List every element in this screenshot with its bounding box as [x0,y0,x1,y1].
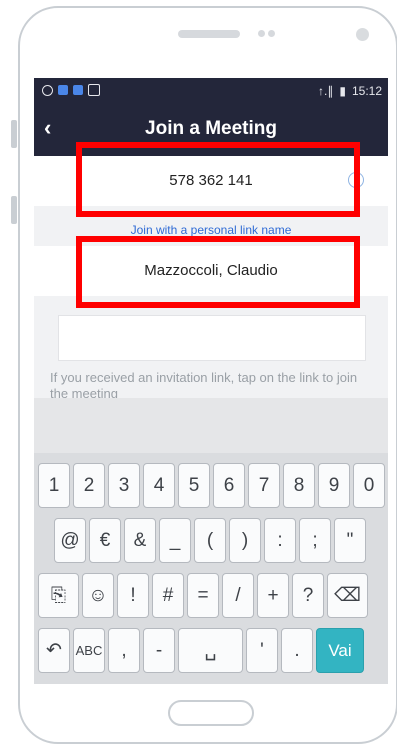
keyboard-row-numbers: 1 2 3 4 5 6 7 8 9 0 [38,463,385,508]
key-7[interactable]: 7 [248,463,280,508]
key-at[interactable]: @ [54,518,86,563]
sensor-dot [268,30,275,37]
key-colon[interactable]: : [264,518,296,563]
speaker-grille [178,30,240,38]
key-apostrophe[interactable]: ' [246,628,278,673]
key-3[interactable]: 3 [108,463,140,508]
handwriting-icon[interactable]: ↶ [38,628,70,673]
key-equals[interactable]: = [187,573,219,618]
status-time: 15:12 [351,84,382,98]
key-2[interactable]: 2 [73,463,105,508]
status-bar: ↑.∥ ▮ 15:12 [34,78,388,104]
key-open-paren[interactable]: ( [194,518,226,563]
space-bar[interactable]: ␣ [178,628,243,673]
symbol-page-icon[interactable]: ⎘ [38,573,79,618]
front-camera [356,28,369,41]
page-title: Join a Meeting [145,118,277,139]
keyboard-row-bottom: ↶ ABC , - ␣ ' . Vai [38,628,364,673]
key-underscore[interactable]: _ [159,518,191,563]
key-plus[interactable]: + [257,573,289,618]
key-hash[interactable]: # [152,573,184,618]
personal-link-link[interactable]: Join with a personal link name [34,223,388,237]
key-question[interactable]: ? [292,573,324,618]
highlight-screen-name [76,236,360,308]
home-button[interactable] [168,700,254,726]
side-button [11,196,17,224]
app-icon [73,85,83,95]
key-8[interactable]: 8 [283,463,315,508]
key-semicolon[interactable]: ; [299,518,331,563]
key-close-paren[interactable]: ) [229,518,261,563]
key-euro[interactable]: € [89,518,121,563]
key-period[interactable]: . [281,628,313,673]
notification-icon [42,84,53,96]
sensor-dot [258,30,265,37]
key-quote[interactable]: " [334,518,366,563]
backspace-icon[interactable]: ⌫ [327,573,368,618]
key-1[interactable]: 1 [38,463,70,508]
go-button[interactable]: Vai [316,628,364,673]
battery-icon: ▮ [339,84,346,98]
key-abc[interactable]: ABC [73,628,105,673]
key-exclamation[interactable]: ! [117,573,149,618]
wifi-signal-icon: ↑.∥ [318,84,334,98]
warning-icon [88,84,100,96]
keyboard-toolbar [34,398,388,453]
highlight-meeting-id [76,142,360,217]
key-ampersand[interactable]: & [124,518,156,563]
key-9[interactable]: 9 [318,463,350,508]
app-icon [58,85,68,95]
key-slash[interactable]: / [222,573,254,618]
key-4[interactable]: 4 [143,463,175,508]
key-dash[interactable]: - [143,628,175,673]
key-5[interactable]: 5 [178,463,210,508]
join-button-area[interactable] [58,315,366,361]
key-6[interactable]: 6 [213,463,245,508]
key-comma[interactable]: , [108,628,140,673]
keyboard-row-symbols: @ € & _ ( ) : ; " [54,518,366,563]
emoji-icon[interactable]: ☺ [82,573,114,618]
side-button [11,120,17,148]
keyboard-row-misc: ⎘ ☺ ! # = / + ? ⌫ [38,573,368,618]
soft-keyboard: 1 2 3 4 5 6 7 8 9 0 @ € & _ ( ) : ; " ⎘ … [34,453,388,684]
key-0[interactable]: 0 [353,463,385,508]
